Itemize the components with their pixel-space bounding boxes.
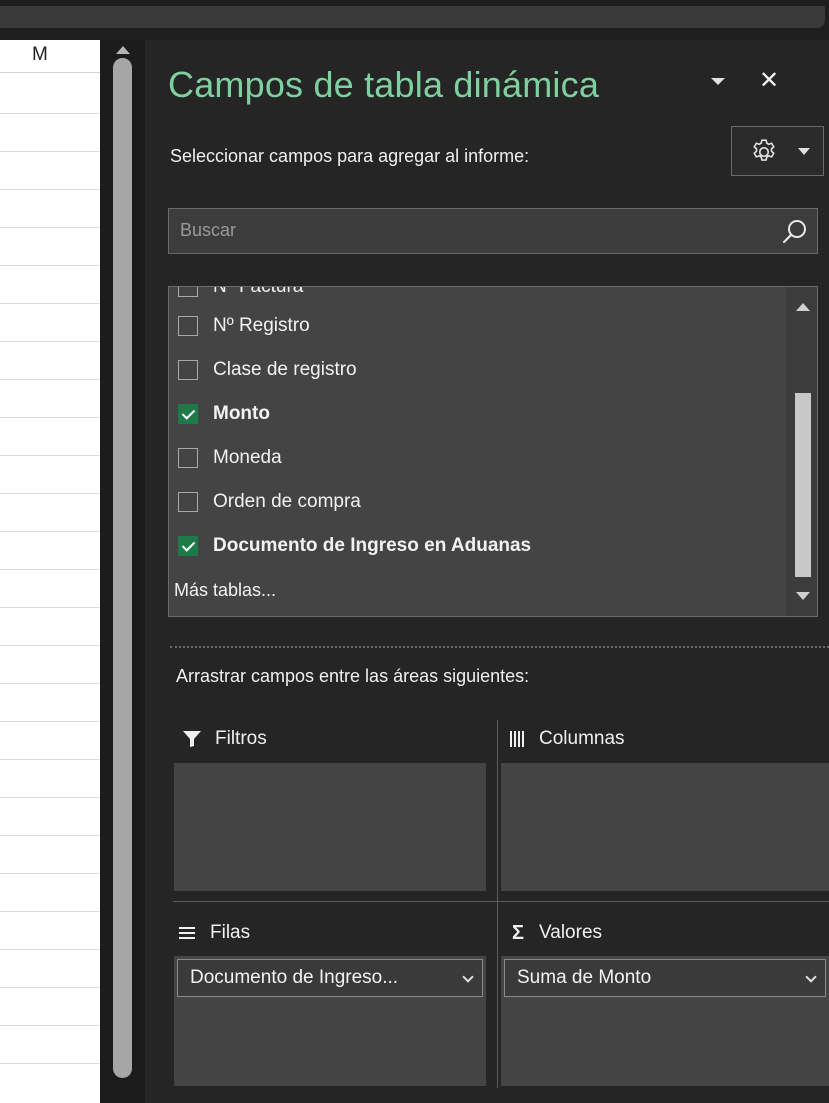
field-item-orden-de-compra[interactable]: Orden de compra xyxy=(178,488,361,516)
field-checkbox-checked[interactable] xyxy=(178,404,198,424)
row-gridline xyxy=(0,797,100,798)
row-gridline xyxy=(0,531,100,532)
field-checkbox[interactable] xyxy=(178,316,198,336)
row-gridline xyxy=(0,835,100,836)
field-list-scrollbar[interactable] xyxy=(786,287,817,616)
filters-header: Filtros xyxy=(181,724,267,754)
row-gridline xyxy=(0,721,100,722)
row-gridline xyxy=(0,683,100,684)
chevron-down-icon[interactable] xyxy=(805,971,817,983)
scroll-up-icon[interactable] xyxy=(796,303,810,311)
pane-subtitle: Seleccionar campos para agregar al infor… xyxy=(170,146,530,166)
row-gridline xyxy=(0,1063,100,1064)
filter-icon xyxy=(181,730,203,748)
columns-icon xyxy=(509,731,525,747)
field-list-scroll-thumb[interactable] xyxy=(795,393,811,577)
filters-drop-area[interactable] xyxy=(174,763,486,891)
row-gridline xyxy=(0,911,100,912)
chevron-down-icon xyxy=(798,148,810,155)
top-strip xyxy=(0,0,829,40)
row-gridline xyxy=(0,569,100,570)
pane-title: Campos de tabla dinámica xyxy=(168,64,600,105)
sigma-icon: Σ xyxy=(511,921,524,944)
field-checkbox[interactable] xyxy=(178,360,198,380)
field-label: Monto xyxy=(213,403,270,424)
columns-label: Columnas xyxy=(539,728,625,749)
rows-label: Filas xyxy=(210,922,251,943)
row-gridline xyxy=(0,189,100,190)
row-gridline xyxy=(0,949,100,950)
sheet-scroll-thumb[interactable] xyxy=(113,58,132,1078)
field-checkbox[interactable] xyxy=(178,492,198,512)
field-item-documento-de-ingreso[interactable]: Documento de Ingreso en Aduanas xyxy=(178,532,531,560)
rows-drop-area[interactable]: Documento de Ingreso... xyxy=(174,956,486,1086)
rows-chip-label: Documento de Ingreso... xyxy=(190,967,399,988)
row-gridline xyxy=(0,341,100,342)
column-header-m[interactable]: M xyxy=(0,40,100,73)
values-header: Σ Valores xyxy=(509,918,602,948)
field-item-factura[interactable]: Nº Factura xyxy=(178,286,304,301)
rows-icon xyxy=(178,926,196,940)
areas-instruction: Arrastrar campos entre las áreas siguien… xyxy=(176,666,530,686)
field-checkbox-checked[interactable] xyxy=(178,536,198,556)
field-list[interactable]: Nº Factura Nº Registro Clase de registro… xyxy=(168,286,818,617)
area-horizontal-divider xyxy=(173,901,829,902)
row-gridline xyxy=(0,607,100,608)
tools-button[interactable] xyxy=(731,126,824,176)
field-checkbox[interactable] xyxy=(178,448,198,468)
pivot-fields-pane: Campos de tabla dinámica ✕ Seleccionar c… xyxy=(145,40,829,1103)
values-field-chip[interactable]: Suma de Monto xyxy=(504,959,826,997)
spreadsheet-area[interactable]: M xyxy=(0,40,100,1103)
scroll-up-icon[interactable] xyxy=(116,46,130,54)
field-checkbox[interactable] xyxy=(178,287,198,297)
values-label: Valores xyxy=(539,922,603,943)
row-gridline xyxy=(0,645,100,646)
row-gridline xyxy=(0,303,100,304)
search-field[interactable]: Buscar xyxy=(168,208,818,254)
formula-bar-edge xyxy=(0,6,825,28)
field-label: Clase de registro xyxy=(213,359,357,380)
field-item-moneda[interactable]: Moneda xyxy=(178,444,282,472)
pane-splitter[interactable] xyxy=(170,646,829,648)
row-gridline xyxy=(0,379,100,380)
filters-label: Filtros xyxy=(215,728,267,749)
columns-drop-area[interactable] xyxy=(501,763,829,891)
field-item-monto[interactable]: Monto xyxy=(178,400,270,428)
field-label: Nº Registro xyxy=(213,315,310,336)
field-label: Documento de Ingreso en Aduanas xyxy=(213,535,532,556)
rows-field-chip[interactable]: Documento de Ingreso... xyxy=(177,959,483,997)
row-gridline xyxy=(0,455,100,456)
row-gridline xyxy=(0,265,100,266)
row-gridline xyxy=(0,759,100,760)
scroll-down-icon[interactable] xyxy=(796,592,810,600)
row-gridline xyxy=(0,1025,100,1026)
pane-options-chevron-icon[interactable] xyxy=(711,78,725,85)
row-gridline xyxy=(0,493,100,494)
field-item-clase-de-registro[interactable]: Clase de registro xyxy=(178,356,357,384)
row-gridline xyxy=(0,873,100,874)
row-gridline xyxy=(0,417,100,418)
search-placeholder: Buscar xyxy=(180,220,237,240)
rows-header: Filas xyxy=(178,918,250,948)
search-icon[interactable] xyxy=(781,218,809,246)
more-tables-link[interactable]: Más tablas... xyxy=(174,580,276,601)
row-gridline xyxy=(0,113,100,114)
columns-header: Columnas xyxy=(509,724,625,754)
area-vertical-divider xyxy=(497,720,498,1088)
field-item-registro[interactable]: Nº Registro xyxy=(178,312,310,340)
close-icon[interactable]: ✕ xyxy=(759,66,779,94)
values-drop-area[interactable]: Suma de Monto xyxy=(501,956,829,1086)
values-chip-label: Suma de Monto xyxy=(517,967,652,988)
row-gridline xyxy=(0,227,100,228)
gear-icon xyxy=(753,139,775,161)
row-gridline xyxy=(0,987,100,988)
row-gridline xyxy=(0,151,100,152)
field-label: Moneda xyxy=(213,447,282,468)
chevron-down-icon[interactable] xyxy=(462,971,474,983)
field-label: Orden de compra xyxy=(213,491,361,512)
field-label: Nº Factura xyxy=(213,286,304,297)
